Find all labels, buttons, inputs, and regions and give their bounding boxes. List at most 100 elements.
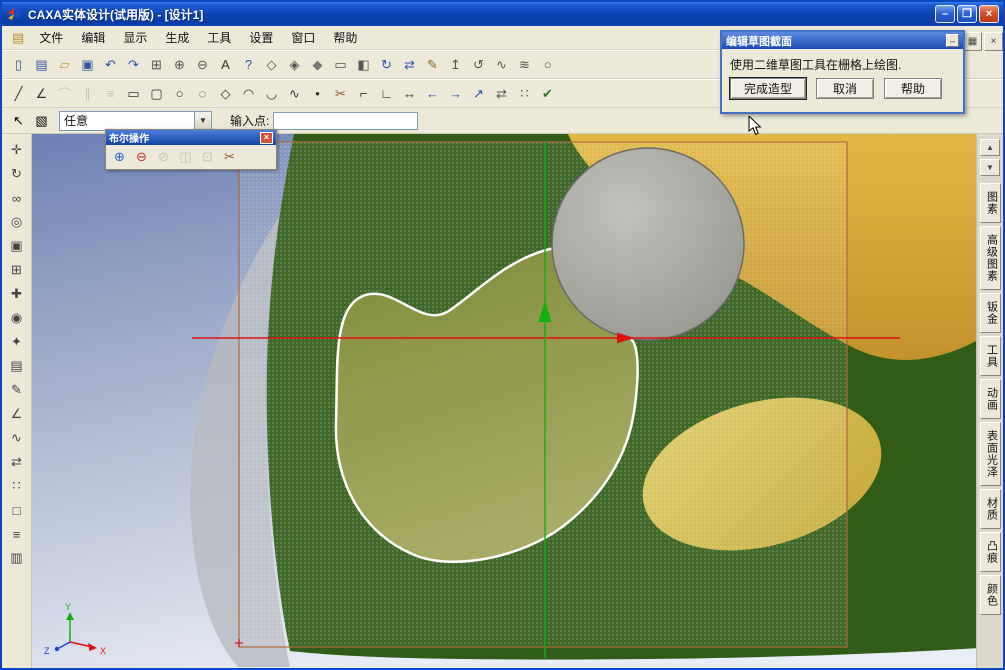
menu-item[interactable]: 显示: [114, 25, 156, 50]
rounded-rectangle-icon[interactable]: ▢: [145, 82, 168, 105]
layers-tool-icon[interactable]: ≡: [6, 523, 28, 545]
viewport[interactable]: Y X Z: [32, 134, 980, 670]
trim-icon[interactable]: ✂: [329, 82, 352, 105]
panel-close-button[interactable]: ×: [984, 32, 1003, 51]
document-icon[interactable]: ▤: [6, 30, 30, 46]
remove-lump-icon[interactable]: ✂: [219, 147, 240, 167]
pan-view-icon[interactable]: ⇄: [398, 53, 421, 76]
menu-item[interactable]: 窗口: [282, 25, 324, 50]
dialog-collapse-button[interactable]: –: [946, 34, 959, 47]
catalog-tab[interactable]: 高级图素: [980, 226, 1001, 290]
stamp-tool-icon[interactable]: ▤: [6, 355, 28, 377]
close-button[interactable]: ×: [979, 5, 999, 23]
spline-icon[interactable]: ∿: [283, 82, 306, 105]
two-point-line-icon[interactable]: ╱: [7, 82, 30, 105]
mirror-icon[interactable]: ⇄: [490, 82, 513, 105]
open-icon[interactable]: ▱: [53, 53, 76, 76]
rectangle-icon[interactable]: ▭: [122, 82, 145, 105]
orbit-view-icon[interactable]: ∞: [6, 187, 28, 209]
bool-split-icon[interactable]: ◫: [175, 147, 196, 167]
chevron-down-icon[interactable]: ▼: [194, 112, 211, 130]
zoom-all-icon[interactable]: ⊞: [145, 53, 168, 76]
help-button[interactable]: 帮助: [884, 78, 942, 99]
circle-icon[interactable]: ○: [168, 82, 191, 105]
target-point-icon[interactable]: ◉: [6, 307, 28, 329]
pattern-icon[interactable]: ∷: [513, 82, 536, 105]
polygon-icon[interactable]: ◇: [214, 82, 237, 105]
ellipse-icon[interactable]: ◌: [191, 82, 214, 105]
accept-icon[interactable]: ✔: [536, 82, 559, 105]
select-pointer-icon[interactable]: ↖: [7, 109, 30, 132]
rotate-view-icon[interactable]: ↻: [375, 53, 398, 76]
next-icon[interactable]: →: [444, 82, 467, 105]
wireframe-display-icon[interactable]: ◇: [260, 53, 283, 76]
box-select-icon[interactable]: ▧: [30, 109, 53, 132]
hidden-line-display-icon[interactable]: ◈: [283, 53, 306, 76]
arc-icon[interactable]: ◠: [237, 82, 260, 105]
zoom-in-icon[interactable]: ⊕: [168, 53, 191, 76]
mirror-tool-icon[interactable]: ⇄: [6, 451, 28, 473]
three-point-arc-icon[interactable]: ◡: [260, 82, 283, 105]
menu-item[interactable]: 编辑: [72, 25, 114, 50]
render-tool-icon[interactable]: ✦: [6, 331, 28, 353]
hub-circle[interactable]: [552, 148, 744, 340]
context-help-icon[interactable]: ?: [237, 53, 260, 76]
revolve-icon[interactable]: ↺: [467, 53, 490, 76]
menu-item[interactable]: 设置: [240, 25, 282, 50]
bool-link-icon[interactable]: ⊡: [197, 147, 218, 167]
angle-tool-icon[interactable]: ∠: [6, 403, 28, 425]
iso-view-icon[interactable]: ◧: [352, 53, 375, 76]
catalog-tab[interactable]: 图素: [980, 183, 1001, 223]
sketch-icon[interactable]: ✎: [421, 53, 444, 76]
close-icon[interactable]: ×: [260, 132, 273, 144]
panel-toggle-button[interactable]: ▦: [963, 32, 982, 51]
point-icon[interactable]: •: [306, 82, 329, 105]
menu-item[interactable]: 生成: [156, 25, 198, 50]
minimize-button[interactable]: –: [935, 5, 955, 23]
catalog-tab[interactable]: 表面光泽: [980, 422, 1001, 486]
array-tool-icon[interactable]: ∷: [6, 475, 28, 497]
bool-remove-material-icon[interactable]: ⊖: [131, 147, 152, 167]
pick-filter-combo[interactable]: 任意 ▼: [59, 111, 212, 131]
restore-button[interactable]: ❐: [957, 5, 977, 23]
loft-icon[interactable]: ≋: [513, 53, 536, 76]
equidistant-icon[interactable]: ≡: [99, 82, 122, 105]
dialog-titlebar[interactable]: 编辑草图截面 –: [722, 32, 963, 49]
offset-icon[interactable]: ∥: [76, 82, 99, 105]
dimension-icon[interactable]: ↔: [398, 82, 421, 105]
front-view-icon[interactable]: ▭: [329, 53, 352, 76]
catalog-tab[interactable]: 材质: [980, 489, 1001, 529]
undo-icon[interactable]: ↶: [99, 53, 122, 76]
zoom-view-icon[interactable]: ◎: [6, 211, 28, 233]
boolean-toolbar-titlebar[interactable]: 布尔操作 ×: [106, 130, 276, 145]
catalog-tab[interactable]: 动画: [980, 379, 1001, 419]
new-icon[interactable]: ▯: [7, 53, 30, 76]
fit-view-icon[interactable]: ⊞: [6, 259, 28, 281]
sweep-icon[interactable]: ∿: [490, 53, 513, 76]
shaded-display-icon[interactable]: ◆: [306, 53, 329, 76]
shell-icon[interactable]: ○: [536, 53, 559, 76]
projection-icon[interactable]: ⌒: [53, 82, 76, 105]
catalog-tab[interactable]: 颜色: [980, 575, 1001, 615]
curve-tool-icon[interactable]: ∿: [6, 427, 28, 449]
save-icon[interactable]: ▣: [76, 53, 99, 76]
polyline-icon[interactable]: ∠: [30, 82, 53, 105]
cancel-button[interactable]: 取消: [816, 78, 874, 99]
catalog-tab[interactable]: 凸痕: [980, 532, 1001, 572]
extrude-icon[interactable]: ↥: [444, 53, 467, 76]
menu-item[interactable]: 帮助: [324, 25, 366, 50]
catalog-scroll-down-button[interactable]: ▼: [980, 159, 1000, 176]
find-icon[interactable]: A: [214, 53, 237, 76]
box-tool-icon[interactable]: □: [6, 499, 28, 521]
catalog-tab[interactable]: 钣金: [980, 293, 1001, 333]
menu-item[interactable]: 工具: [198, 25, 240, 50]
sheet-tool-icon[interactable]: ▥: [6, 547, 28, 569]
chamfer-icon[interactable]: ∟: [375, 82, 398, 105]
finish-modeling-button[interactable]: 完成造型: [730, 78, 806, 99]
bool-add-material-icon[interactable]: ⊕: [109, 147, 130, 167]
reorient-icon[interactable]: ↗: [467, 82, 490, 105]
titlebar[interactable]: CAXA实体设计(试用版) - [设计1] – ❐ ×: [2, 2, 1003, 26]
point-input[interactable]: [273, 112, 418, 130]
menu-item[interactable]: 文件: [30, 25, 72, 50]
move-tool-icon[interactable]: ✚: [6, 283, 28, 305]
